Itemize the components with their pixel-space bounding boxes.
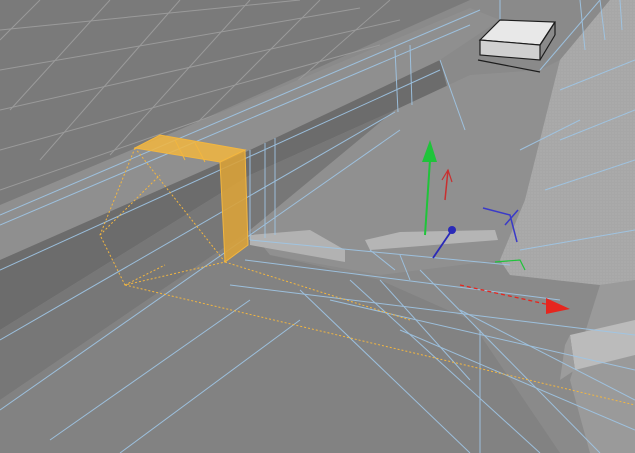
3d-viewport[interactable]	[0, 0, 635, 453]
viewport-scene[interactable]	[0, 0, 635, 453]
